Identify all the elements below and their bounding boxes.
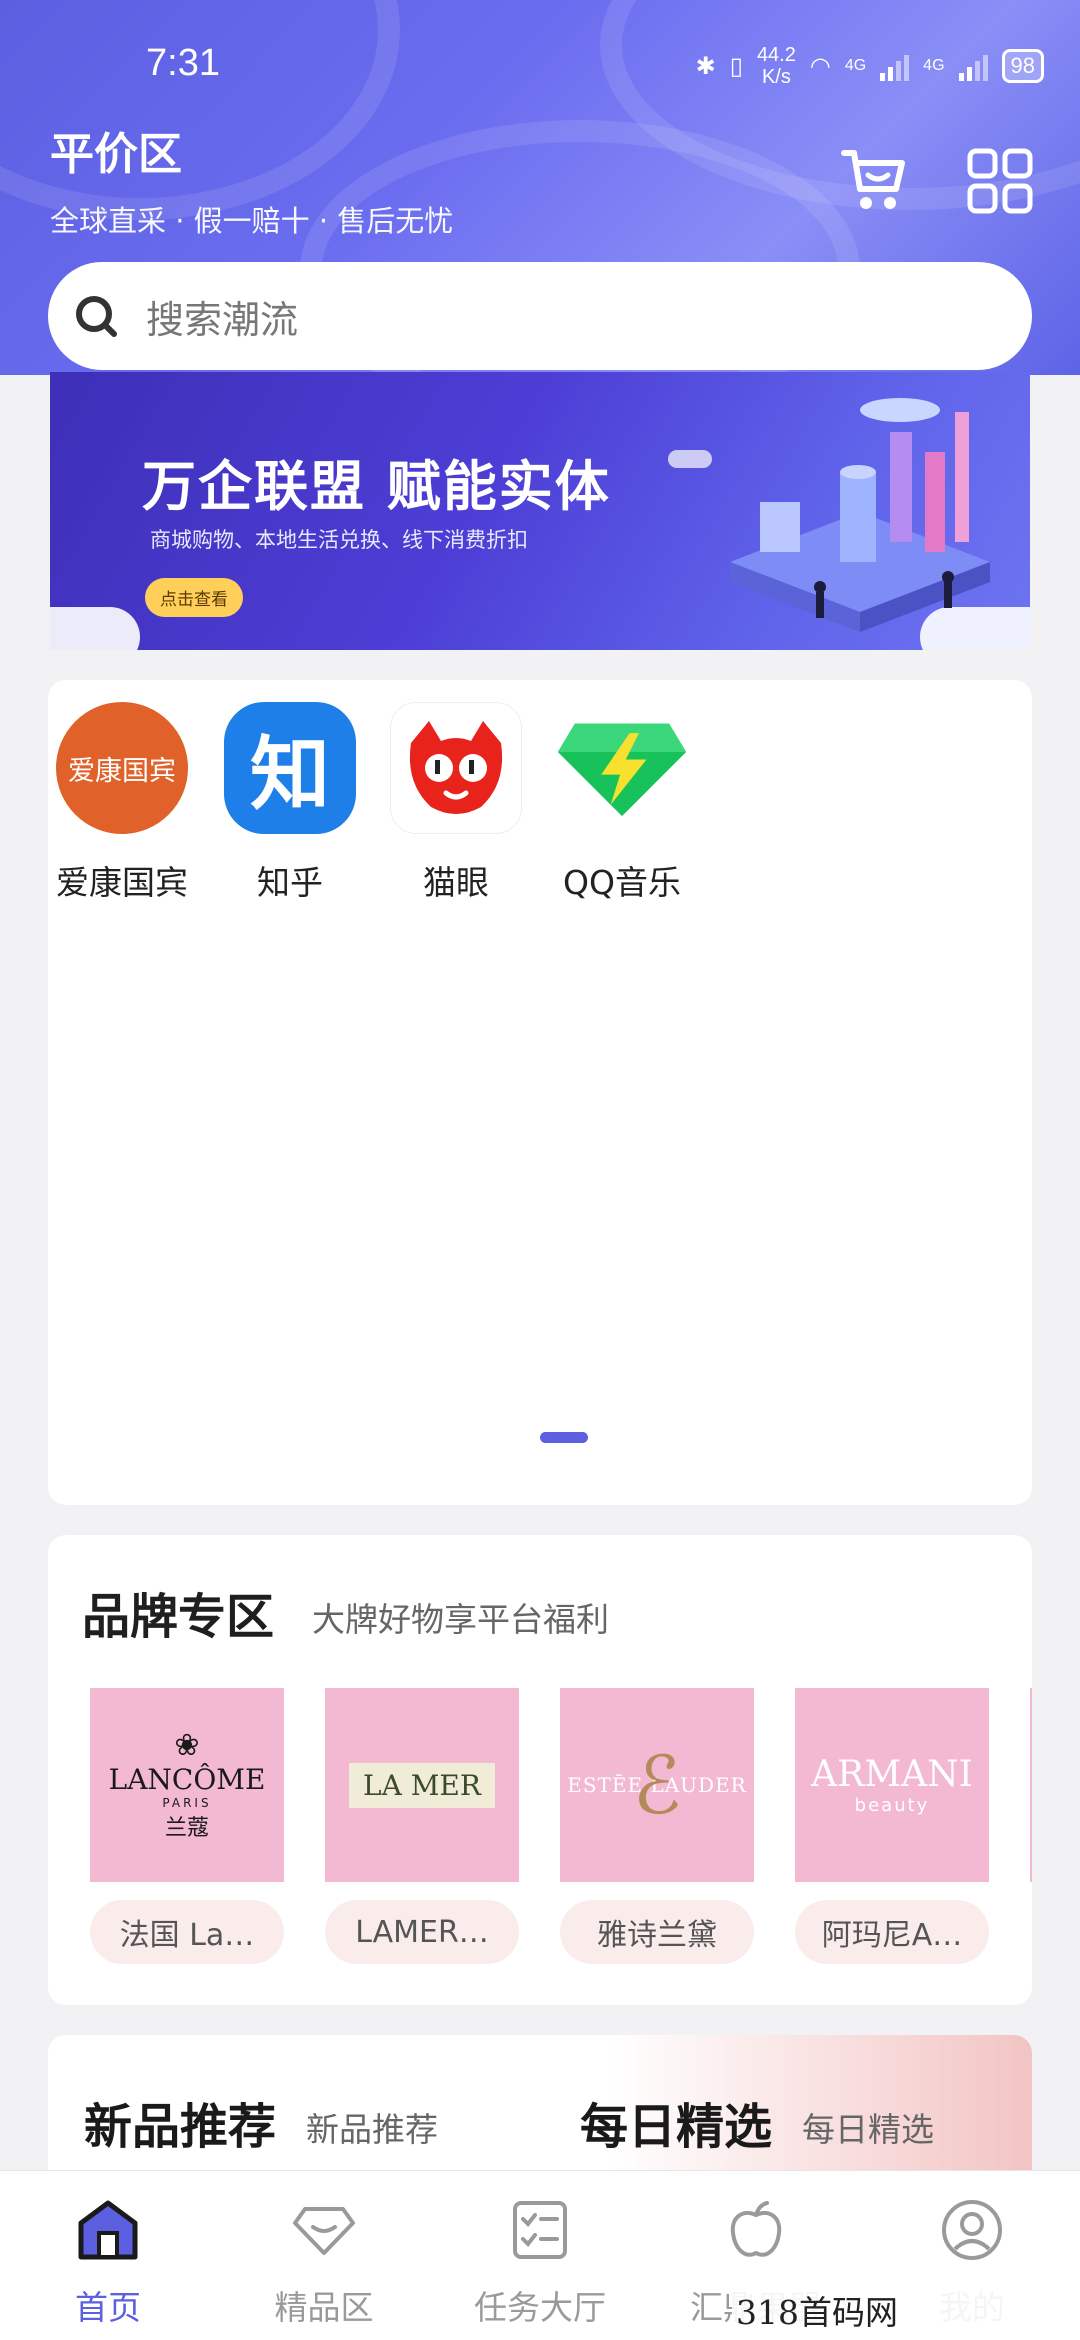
banner-headline: 万企联盟 赋能实体 <box>142 455 611 518</box>
profile-icon <box>942 2200 1002 2260</box>
search-placeholder: 搜索潮流 <box>146 297 299 342</box>
page-indicator <box>540 1432 588 1443</box>
maoyan-logo-icon <box>390 702 522 834</box>
bluetooth-icon: ✱ <box>695 52 716 80</box>
cart-icon <box>841 150 905 209</box>
cart-button[interactable] <box>840 145 908 215</box>
brand-lamer[interactable]: LA MER LAMER… <box>325 1688 519 1964</box>
brand-logo: ARMANI beauty <box>795 1688 989 1882</box>
banner-city-illustration <box>730 398 990 632</box>
app-maoyan[interactable]: 猫眼 <box>376 702 536 904</box>
new-products-title[interactable]: 新品推荐 <box>84 2087 276 2157</box>
apps-card: 爱康国宾 爱康国宾 知 知乎 猫眼 QQ音乐 <box>48 680 1032 1505</box>
tab-label: 精品区 <box>274 2288 374 2327</box>
brand-section-title: 品牌专区 <box>82 1589 275 1645</box>
brand-armani[interactable]: ARMANI beauty 阿玛尼A… <box>795 1688 989 1964</box>
promo-banner[interactable]: 万企联盟 赋能实体 商城购物、本地生活兑换、线下消费折扣 点击查看 <box>50 372 1030 650</box>
category-grid-button[interactable] <box>967 148 1033 214</box>
brand-logo: LA MER <box>325 1688 519 1882</box>
tab-label: 任务大厅 <box>474 2288 606 2327</box>
brand-label: 法国 La… <box>90 1900 284 1964</box>
brand-logo: ℰ ESTĒE LAUDER <box>560 1688 754 1882</box>
search-icon <box>76 296 117 337</box>
brand-section: 品牌专区 大牌好物享平台福利 ❀ LANCÔME PARIS 兰蔻 法国 La…… <box>48 1535 1032 2005</box>
qqmusic-logo-icon <box>556 702 688 834</box>
brand-label: 阿玛尼A… <box>795 1900 989 1964</box>
apple-icon <box>730 2201 782 2257</box>
aikang-logo-icon: 爱康国宾 <box>56 702 188 834</box>
signal-1-icon <box>880 51 910 81</box>
brand-logo: ❀ LANCÔME PARIS 兰蔻 <box>90 1688 284 1882</box>
app-zhihu[interactable]: 知 知乎 <box>210 702 370 904</box>
daily-picks-title[interactable]: 每日精选 <box>580 2087 772 2157</box>
vibrate-icon: ▯ <box>729 52 743 80</box>
page-title: 平价区 <box>50 129 182 180</box>
daily-picks-subtitle: 每日精选 <box>802 2110 934 2149</box>
signal-2-icon <box>958 51 988 81</box>
app-label: QQ音乐 <box>563 863 681 902</box>
diamond-icon <box>293 2207 355 2255</box>
app-label: 知乎 <box>257 863 323 902</box>
watermark-text: 318首码网 www.e318.com <box>732 2286 1080 2340</box>
network-speed: 44.2 K/s <box>756 44 796 88</box>
brand-section-subtitle: 大牌好物享平台福利 <box>312 1600 609 1639</box>
app-label: 爱康国宾 <box>56 863 188 902</box>
status-bar: 7:31 ✱ ▯ 44.2 K/s ◠ 4G 4G 98 <box>0 40 1080 100</box>
banner-description: 商城购物、本地生活兑换、线下消费折扣 <box>150 528 528 552</box>
zhihu-logo-icon: 知 <box>224 702 356 834</box>
tab-home[interactable]: 首页 <box>8 2197 208 2329</box>
grid-icon <box>967 148 1033 214</box>
banner-view-button[interactable]: 点击查看 <box>145 578 243 617</box>
status-time: 7:31 <box>146 42 220 84</box>
rose-icon: ❀ <box>174 1728 200 1763</box>
next-brand-peek <box>1030 1688 1032 1882</box>
home-icon <box>78 2200 138 2260</box>
brand-label: LAMER… <box>325 1900 519 1964</box>
brand-label: 雅诗兰黛 <box>560 1900 754 1964</box>
wifi-icon: ◠ <box>809 52 831 80</box>
page-subtitle: 全球直采 · 假一赔十 · 售后无忧 <box>50 204 454 238</box>
app-label: 猫眼 <box>423 863 489 902</box>
tab-premium[interactable]: 精品区 <box>224 2197 424 2329</box>
signal-1-label: 4G <box>844 57 867 74</box>
search-bar[interactable]: 搜索潮流 <box>48 262 1032 370</box>
app-qqmusic[interactable]: QQ音乐 <box>542 702 702 904</box>
el-monogram-icon: ℰ <box>632 1738 682 1832</box>
new-products-subtitle: 新品推荐 <box>306 2110 438 2149</box>
task-list-icon <box>513 2201 567 2259</box>
tab-tasks[interactable]: 任务大厅 <box>440 2197 640 2329</box>
app-aikang[interactable]: 爱康国宾 爱康国宾 <box>42 702 202 904</box>
brand-esteelauder[interactable]: ℰ ESTĒE LAUDER 雅诗兰黛 <box>560 1688 754 1964</box>
brand-lancome[interactable]: ❀ LANCÔME PARIS 兰蔻 法国 La… <box>90 1688 284 1964</box>
header: 7:31 ✱ ▯ 44.2 K/s ◠ 4G 4G 98 平价区 全球直采 · … <box>0 0 1080 375</box>
signal-2-label: 4G <box>923 57 945 74</box>
tab-label: 首页 <box>75 2288 141 2327</box>
battery-indicator: 98 <box>1001 49 1044 83</box>
